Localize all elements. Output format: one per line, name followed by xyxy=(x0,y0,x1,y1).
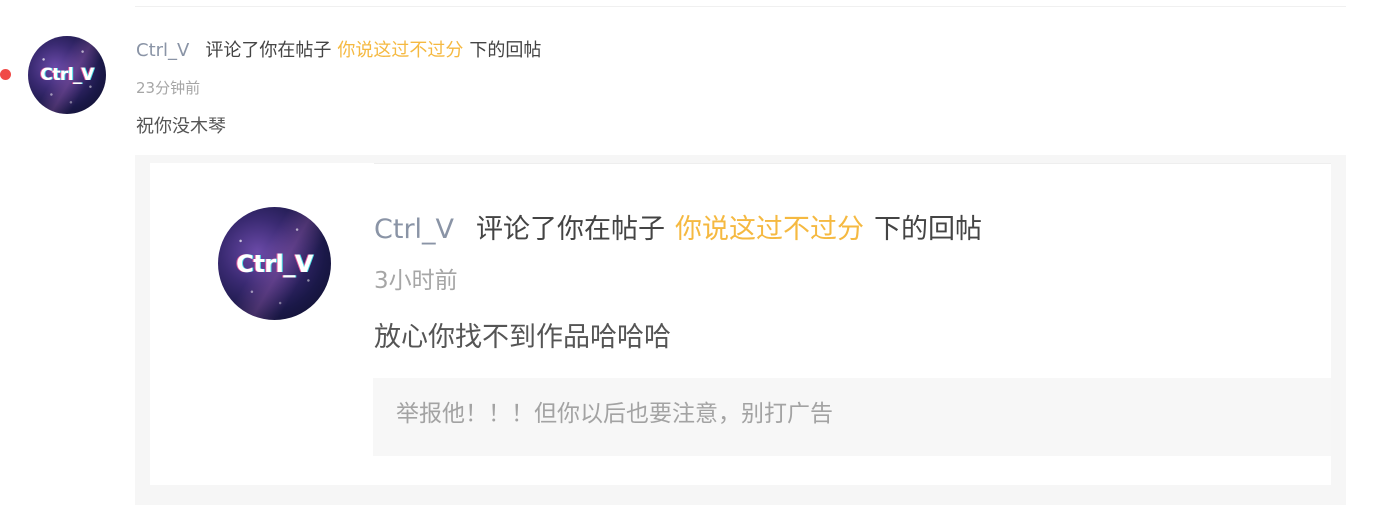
avatar-logo-text: Ctrl_V xyxy=(236,249,313,278)
quoted-username-link[interactable]: Ctrl_V xyxy=(374,214,454,245)
action-suffix-text: 下的回帖 xyxy=(469,40,542,61)
notification-page: Ctrl_V Ctrl_V 评论了你在帖子 你说这过不过分 下的回帖 23分钟前 祝你… xyxy=(0,0,1375,505)
quoted-post-title-link[interactable]: 你说这过不过分 xyxy=(675,214,864,245)
action-text: 评论了你在帖子 xyxy=(205,40,332,61)
divider xyxy=(374,163,1331,164)
unread-dot-icon xyxy=(0,69,11,80)
divider xyxy=(135,6,1346,7)
avatar-logo-text: Ctrl_V xyxy=(40,65,94,85)
parent-reply-text: 举报他！！！但你以后也要注意，别打广告 xyxy=(396,401,833,427)
avatar[interactable]: Ctrl_V xyxy=(28,36,106,114)
quoted-reply-content: 放心你找不到作品哈哈哈 xyxy=(374,322,671,353)
timestamp: 23分钟前 xyxy=(136,79,201,97)
quoted-timestamp: 3小时前 xyxy=(374,268,458,294)
post-title-link[interactable]: 你说这过不过分 xyxy=(337,40,463,61)
username-link[interactable]: Ctrl_V xyxy=(136,40,189,61)
quoted-action-text: 评论了你在帖子 xyxy=(476,214,666,245)
quoted-reply-headline: Ctrl_V 评论了你在帖子 你说这过不过分 下的回帖 xyxy=(374,211,982,249)
comment-content: 祝你没木琴 xyxy=(136,116,226,137)
quoted-avatar[interactable]: Ctrl_V xyxy=(218,207,331,320)
quoted-action-suffix-text: 下的回帖 xyxy=(874,214,983,245)
notification-headline: Ctrl_V 评论了你在帖子 你说这过不过分 下的回帖 xyxy=(136,38,541,64)
